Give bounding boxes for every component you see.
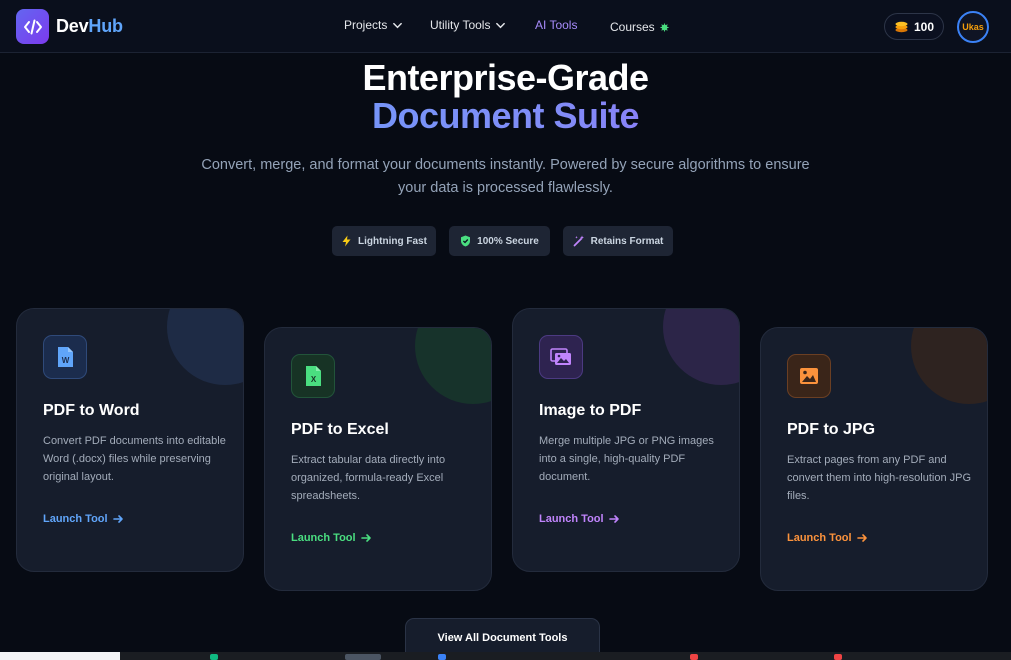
brand-logo[interactable]: DevHub <box>16 9 123 44</box>
launch-label: Launch Tool <box>291 532 356 544</box>
tool-card-pdf-to-excel[interactable]: X PDF to Excel Extract tabular data dire… <box>264 327 492 591</box>
coins-icon <box>895 21 908 33</box>
card-decoration <box>167 309 243 385</box>
nav-projects-label: Projects <box>344 18 388 32</box>
nav-courses-label: Courses <box>610 20 655 34</box>
nav-ai-tools-label: AI Tools <box>535 18 578 32</box>
code-icon <box>16 9 49 44</box>
launch-label: Launch Tool <box>43 513 108 525</box>
launch-tool-link[interactable]: Launch Tool <box>43 513 124 525</box>
arrow-right-icon <box>360 534 371 542</box>
badge-lightning-fast: Lightning Fast <box>332 226 436 256</box>
excel-file-icon: X <box>291 354 335 398</box>
taskbar-search-area[interactable] <box>0 652 120 660</box>
hero-title-line1: Enterprise-Grade <box>362 57 649 98</box>
images-icon <box>539 335 583 379</box>
brand-name-part2: Hub <box>88 16 123 36</box>
tool-card-pdf-to-jpg[interactable]: PDF to JPG Extract pages from any PDF an… <box>760 327 988 591</box>
taskbar-app-icon[interactable] <box>438 654 446 660</box>
badge-label: 100% Secure <box>477 235 539 247</box>
launch-label: Launch Tool <box>539 513 604 525</box>
top-navbar: DevHub Projects Utility Tools AI Tools C… <box>0 0 1011 53</box>
launch-tool-link[interactable]: Launch Tool <box>291 532 372 544</box>
card-decoration <box>415 328 491 404</box>
hero-subtitle: Convert, merge, and format your document… <box>201 157 810 196</box>
launch-tool-link[interactable]: Launch Tool <box>787 532 868 544</box>
card-title: PDF to JPG <box>787 421 876 438</box>
badge-label: Lightning Fast <box>358 235 427 247</box>
arrow-right-icon <box>856 534 867 542</box>
tool-card-image-to-pdf[interactable]: Image to PDF Merge multiple JPG or PNG i… <box>512 308 740 572</box>
user-avatar[interactable]: Ukas <box>957 11 989 43</box>
taskbar-app-icon[interactable] <box>210 654 218 660</box>
shield-check-icon <box>461 235 471 247</box>
brand-name-part1: Dev <box>56 16 89 36</box>
nav-projects[interactable]: Projects <box>344 18 403 32</box>
taskbar-app-icon[interactable] <box>690 654 698 660</box>
card-title: Image to PDF <box>539 402 642 419</box>
badge-retains-format: Retains Format <box>563 226 673 256</box>
new-badge-icon <box>660 22 669 32</box>
card-description: Extract pages from any PDF and convert t… <box>787 454 972 502</box>
arrow-right-icon <box>608 515 619 523</box>
magic-wand-icon <box>573 235 584 247</box>
tool-card-pdf-to-word[interactable]: W PDF to Word Convert PDF documents into… <box>16 308 244 572</box>
os-taskbar <box>0 652 1011 660</box>
coin-count: 100 <box>913 19 935 34</box>
brand-name: DevHub <box>56 16 123 37</box>
taskbar-app-icon[interactable] <box>834 654 842 660</box>
card-title: PDF to Word <box>43 402 140 419</box>
lightning-icon <box>342 235 351 247</box>
launch-tool-link[interactable]: Launch Tool <box>539 513 620 525</box>
card-decoration <box>911 328 987 404</box>
card-description: Extract tabular data directly into organ… <box>291 454 446 502</box>
launch-label: Launch Tool <box>787 532 852 544</box>
word-file-icon: W <box>43 335 87 379</box>
svg-text:X: X <box>311 375 317 384</box>
avatar-text: Ukas <box>962 22 984 32</box>
taskbar-app-icon[interactable] <box>345 654 381 660</box>
badge-label: Retains Format <box>590 235 664 247</box>
chevron-down-icon <box>496 22 506 28</box>
image-icon <box>787 354 831 398</box>
nav-utility-tools[interactable]: Utility Tools <box>430 18 506 32</box>
card-description: Convert PDF documents into editable Word… <box>43 435 226 483</box>
nav-utility-tools-label: Utility Tools <box>430 18 491 32</box>
badge-secure: 100% Secure <box>449 226 550 256</box>
svg-text:W: W <box>62 356 70 365</box>
card-decoration <box>663 309 739 385</box>
card-title: PDF to Excel <box>291 421 389 438</box>
coin-balance[interactable]: 100 <box>884 13 944 40</box>
hero-title-line2: Document Suite <box>0 97 1011 135</box>
nav-courses[interactable]: Courses <box>610 20 669 34</box>
nav-ai-tools[interactable]: AI Tools <box>535 18 577 32</box>
chevron-down-icon <box>393 22 403 28</box>
card-description: Merge multiple JPG or PNG images into a … <box>539 435 714 483</box>
arrow-right-icon <box>112 515 123 523</box>
